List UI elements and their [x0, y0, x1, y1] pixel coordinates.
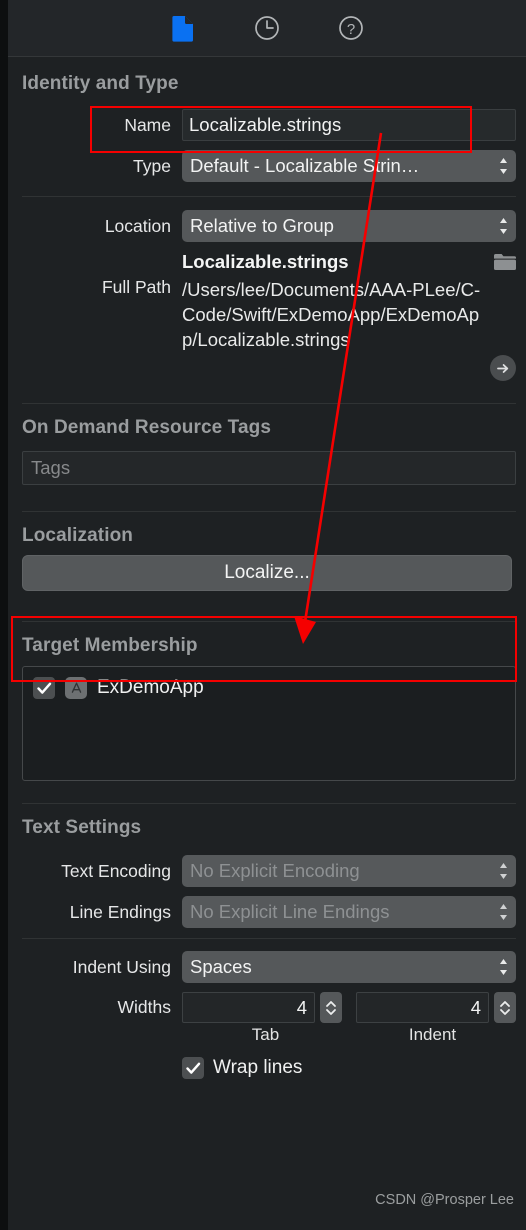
chevron-updown-icon — [500, 158, 507, 174]
inspector-toolbar: ? — [8, 0, 526, 57]
on-demand-section: On Demand Resource Tags — [8, 417, 526, 439]
widths-label: Widths — [117, 997, 171, 1017]
type-popup-button[interactable]: Default - Localizable Strin… — [182, 150, 516, 182]
indent-using-value: Spaces — [190, 956, 252, 977]
tab-width-input[interactable]: 4 — [182, 992, 315, 1023]
divider-3 — [22, 511, 516, 512]
target-checkbox[interactable] — [33, 677, 55, 699]
localization-section-title: Localization — [22, 525, 133, 546]
indent-width-stepper[interactable] — [494, 992, 516, 1023]
tab-sub-label: Tab — [251, 1025, 280, 1044]
widths-row: Widths 4 4 — [22, 992, 516, 1023]
type-popup-value: Default - Localizable Strin… — [190, 155, 420, 176]
indent-using-row: Indent Using Spaces — [22, 951, 516, 983]
identity-fields: Name Localizable.strings Type Default - … — [8, 95, 526, 182]
divider-2 — [22, 403, 516, 404]
full-path-value: /Users/lee/Documents/AAA-PLee/C-Code/Swi… — [182, 279, 481, 350]
divider-5 — [22, 803, 516, 804]
tab-width-stepper[interactable] — [320, 992, 342, 1023]
stepper-up-icon — [326, 1000, 336, 1007]
chevron-updown-icon — [500, 904, 507, 920]
text-encoding-value: No Explicit Encoding — [190, 860, 360, 881]
quick-help-icon[interactable]: ? — [336, 13, 366, 43]
target-membership-list: ExDemoApp — [22, 666, 516, 781]
location-popup-value: Relative to Group — [190, 215, 334, 236]
text-encoding-label: Text Encoding — [61, 860, 171, 881]
divider-6 — [22, 938, 516, 939]
history-inspector-icon[interactable] — [252, 13, 282, 43]
location-row: Location Relative to Group — [22, 210, 516, 242]
wrap-lines-label: Wrap lines — [213, 1057, 303, 1078]
stepper-down-icon — [326, 1008, 336, 1015]
file-inspector-panel: ? Identity and Type Name Localizable.str… — [0, 0, 526, 1230]
name-row: Name Localizable.strings — [22, 109, 516, 141]
line-endings-row: Line Endings No Explicit Line Endings — [22, 896, 516, 928]
arrow-right-icon — [496, 363, 508, 373]
name-label: Name — [124, 114, 171, 135]
localize-button[interactable]: Localize... — [22, 555, 512, 591]
tags-input[interactable]: Tags — [22, 451, 516, 485]
text-encoding-popup-button[interactable]: No Explicit Encoding — [182, 855, 516, 887]
location-file-name: Localizable.strings — [182, 251, 349, 272]
file-name-row: Localizable.strings — [22, 251, 516, 273]
widths-sub-labels: Tab Indent — [22, 1025, 516, 1045]
watermark-text: CSDN @Prosper Lee — [375, 1192, 514, 1208]
stepper-up-icon — [500, 1000, 510, 1007]
chevron-updown-icon — [500, 218, 507, 234]
wrap-lines-row[interactable]: Wrap lines — [22, 1057, 516, 1079]
wrap-lines-checkbox[interactable] — [182, 1057, 204, 1079]
identity-section-title: Identity and Type — [22, 73, 179, 94]
localization-section: Localization — [8, 525, 526, 547]
indent-settings: Indent Using Spaces Widths 4 4 Tab Inden… — [8, 951, 526, 1079]
text-settings-fields: Text Encoding No Explicit Encoding Line … — [8, 839, 526, 928]
checkmark-icon — [185, 1062, 200, 1074]
indent-using-label: Indent Using — [72, 956, 171, 977]
panel-left-edge — [0, 0, 8, 1230]
chevron-updown-icon — [500, 959, 507, 975]
indent-width-group: 4 — [356, 992, 516, 1023]
type-label: Type — [133, 155, 171, 176]
text-settings-section-title: Text Settings — [22, 817, 142, 838]
checkmark-icon — [36, 682, 51, 694]
file-inspector-icon[interactable] — [168, 13, 198, 43]
tags-placeholder: Tags — [31, 457, 71, 478]
on-demand-section-title: On Demand Resource Tags — [22, 417, 272, 438]
location-popup-button[interactable]: Relative to Group — [182, 210, 516, 242]
stepper-down-icon — [500, 1008, 510, 1015]
indent-sub-label: Indent — [408, 1025, 457, 1044]
location-section: Location Relative to Group Localizable.s… — [8, 210, 526, 381]
tab-width-group: 4 — [182, 992, 342, 1023]
divider-4 — [22, 621, 516, 622]
line-endings-popup-button[interactable]: No Explicit Line Endings — [182, 896, 516, 928]
folder-icon[interactable] — [494, 253, 516, 271]
app-store-icon — [65, 677, 87, 699]
full-path-row: Full Path /Users/lee/Documents/AAA-PLee/… — [22, 277, 516, 381]
identity-section: Identity and Type — [8, 57, 526, 95]
svg-text:?: ? — [347, 21, 355, 38]
text-encoding-row: Text Encoding No Explicit Encoding — [22, 855, 516, 887]
text-settings-section: Text Settings — [8, 817, 526, 839]
name-input[interactable]: Localizable.strings — [182, 109, 516, 141]
line-endings-value: No Explicit Line Endings — [190, 901, 390, 922]
full-path-label: Full Path — [101, 277, 171, 297]
location-label: Location — [104, 215, 171, 236]
chevron-updown-icon — [500, 863, 507, 879]
target-membership-section: Target Membership — [8, 635, 526, 657]
type-row: Type Default - Localizable Strin… — [22, 150, 516, 182]
indent-using-popup-button[interactable]: Spaces — [182, 951, 516, 983]
target-name-label: ExDemoApp — [97, 677, 204, 698]
divider-1 — [22, 196, 516, 197]
indent-width-input[interactable]: 4 — [356, 992, 489, 1023]
line-endings-label: Line Endings — [69, 901, 171, 922]
target-membership-section-title: Target Membership — [22, 635, 198, 656]
reveal-in-finder-button[interactable] — [490, 355, 516, 381]
target-list-item[interactable]: ExDemoApp — [33, 677, 505, 699]
